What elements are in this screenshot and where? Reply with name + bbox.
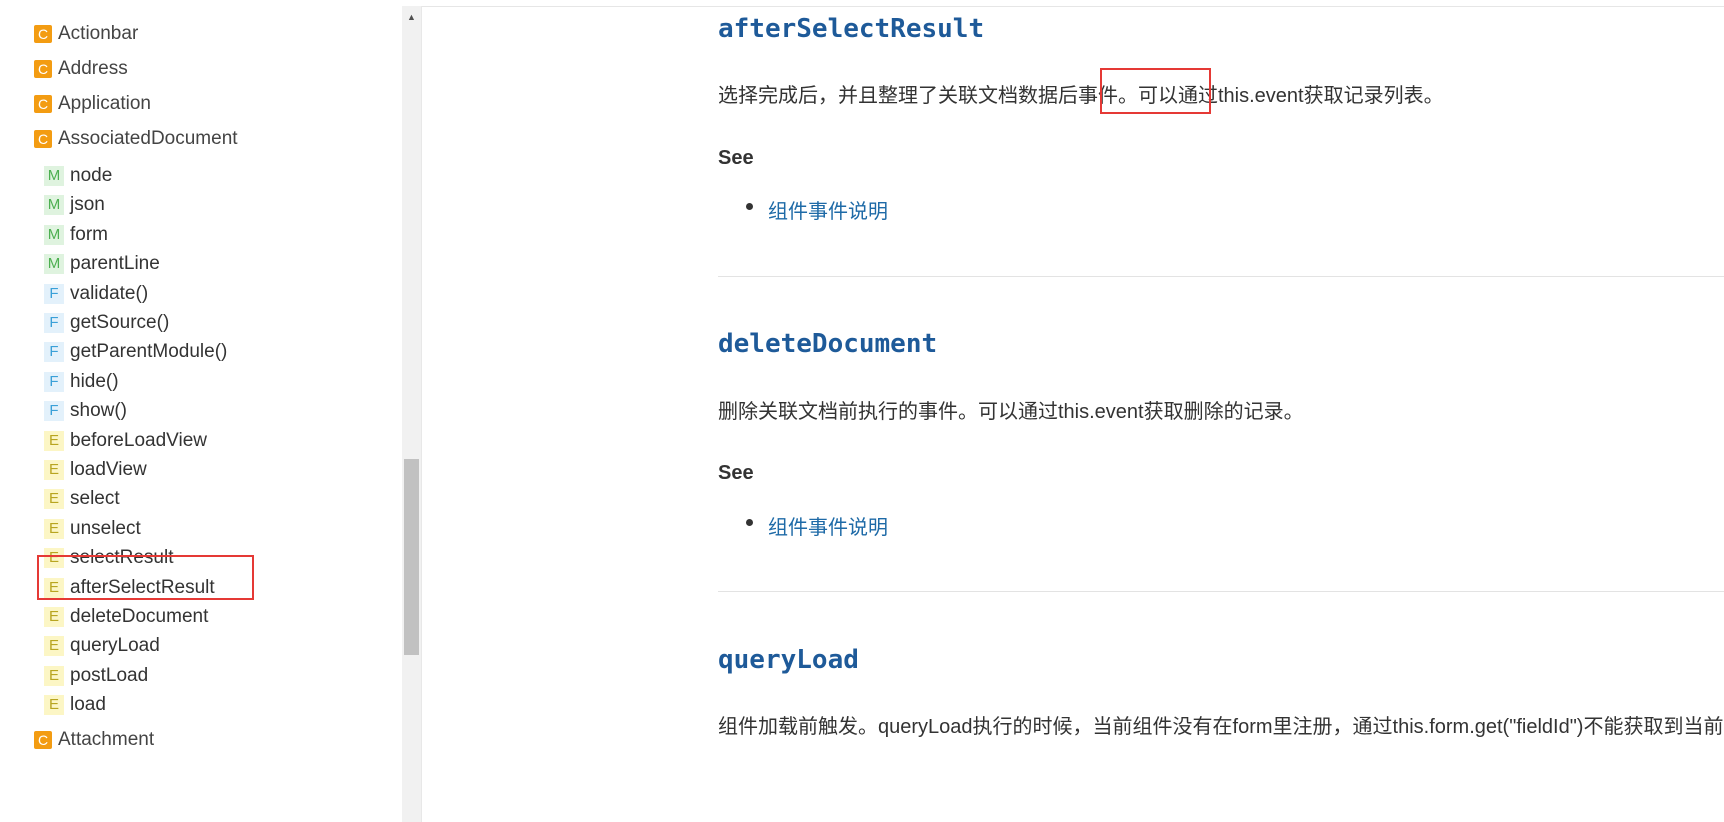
section-divider (718, 276, 1724, 277)
sidebar-item-getparentmodule[interactable]: FgetParentModule() (44, 336, 227, 368)
sidebar-item-form[interactable]: Mform (44, 219, 108, 251)
kind-c-icon: C (34, 130, 52, 148)
sidebar-item-label: Attachment (58, 729, 155, 750)
sidebar-item-label: getParentModule() (70, 341, 228, 362)
sidebar-item-label: Application (58, 93, 151, 114)
sidebar-highlight-box (37, 555, 254, 600)
sidebar-item-label: unselect (70, 518, 141, 539)
event-docs-link[interactable]: 组件事件说明 (768, 195, 888, 224)
kind-m-icon: M (44, 254, 64, 274)
bullet-dot (746, 519, 753, 526)
sidebar-item-associateddocument[interactable]: C AssociatedDocument (34, 123, 238, 155)
sidebar-item-label: AssociatedDocument (58, 128, 238, 149)
sidebar-item-json[interactable]: Mjson (44, 189, 105, 221)
section-description: 选择完成后，并且整理了关联文档数据后事件。可以通过this.event获取记录列… (718, 79, 1444, 108)
kind-c-icon: C (34, 25, 52, 43)
sidebar-item-select[interactable]: Eselect (44, 483, 120, 515)
kind-e-icon: E (44, 607, 64, 627)
section-description: 组件加载前触发。queryLoad执行的时候，当前组件没有在form里注册，通过… (718, 716, 1724, 738)
section-title-deleteDocument: deleteDocument (718, 329, 938, 359)
sidebar-item-label: postLoad (70, 665, 149, 686)
sidebar-item-attachment[interactable]: C Attachment (34, 724, 154, 756)
bullet-dot (746, 203, 753, 210)
sidebar-item-label: getSource() (70, 312, 170, 333)
kind-e-icon: E (44, 519, 64, 539)
section-title-queryLoad: queryLoad (718, 645, 859, 675)
sidebar-item-unselect[interactable]: Eunselect (44, 513, 141, 545)
kind-e-icon: E (44, 695, 64, 715)
text-highlight-box (1100, 68, 1211, 114)
sidebar-item-label: deleteDocument (70, 606, 209, 627)
kind-f-icon: F (44, 313, 64, 333)
kind-c-icon: C (34, 731, 52, 749)
kind-m-icon: M (44, 195, 64, 215)
kind-c-icon: C (34, 60, 52, 78)
section-divider (718, 591, 1724, 592)
sidebar-item-hide[interactable]: Fhide() (44, 366, 119, 398)
kind-f-icon: F (44, 401, 64, 421)
sidebar-item-label: Address (58, 58, 128, 79)
kind-m-icon: M (44, 166, 64, 186)
sidebar-item-label: queryLoad (70, 635, 160, 656)
kind-e-icon: E (44, 431, 64, 451)
scrollbar-thumb[interactable] (404, 459, 419, 655)
sidebar-item-application[interactable]: C Application (34, 88, 151, 120)
sidebar-item-getsource[interactable]: FgetSource() (44, 307, 169, 339)
sidebar-item-label: load (70, 694, 106, 715)
kind-f-icon: F (44, 342, 64, 362)
sidebar-item-parentline[interactable]: MparentLine (44, 248, 160, 280)
sidebar-item-label: json (70, 194, 105, 215)
sidebar-item-label: beforeLoadView (70, 430, 207, 451)
sidebar-item-label: hide() (70, 371, 119, 392)
sidebar-item-load[interactable]: Eload (44, 689, 106, 721)
sidebar-item-label: loadView (70, 459, 147, 480)
sidebar-item-label: form (70, 224, 108, 245)
kind-e-icon: E (44, 666, 64, 686)
see-heading: See (718, 462, 754, 484)
highlighted-code: this.event (1218, 85, 1304, 107)
sidebar-item-beforeloadview[interactable]: EbeforeLoadView (44, 425, 207, 457)
sidebar-item-label: validate() (70, 283, 149, 304)
kind-f-icon: F (44, 372, 64, 392)
scroll-up-arrow-icon[interactable]: ▲ (402, 6, 421, 26)
kind-m-icon: M (44, 225, 64, 245)
sidebar-item-address[interactable]: C Address (34, 53, 128, 85)
kind-c-icon: C (34, 95, 52, 113)
sidebar-item-label: show() (70, 400, 128, 421)
sidebar-item-validate[interactable]: Fvalidate() (44, 278, 148, 310)
sidebar-item-deletedocument[interactable]: EdeleteDocument (44, 601, 208, 633)
description-text: 获取记录列表。 (1303, 85, 1444, 107)
see-heading: See (718, 147, 754, 169)
sidebar-item-label: select (70, 488, 120, 509)
sidebar-item-postload[interactable]: EpostLoad (44, 660, 148, 692)
kind-e-icon: E (44, 460, 64, 480)
api-sidebar: C Actionbar C Address C Application C Associate… (0, 6, 402, 822)
event-docs-link[interactable]: 组件事件说明 (768, 511, 888, 540)
sidebar-item-label: node (70, 165, 113, 186)
section-description: 删除关联文档前执行的事件。可以通过this.event获取删除的记录。 (718, 401, 1304, 423)
sidebar-item-label: Actionbar (58, 23, 139, 44)
sidebar-item-node[interactable]: Mnode (44, 160, 112, 192)
doc-content: afterSelectResult 选择完成后，并且整理了关联文档数据后事件。可… (422, 6, 1724, 822)
sidebar-item-show[interactable]: Fshow() (44, 395, 127, 427)
kind-e-icon: E (44, 636, 64, 656)
sidebar-item-label: parentLine (70, 253, 160, 274)
sidebar-item-actionbar[interactable]: C Actionbar (34, 18, 138, 50)
section-title-afterSelectResult: afterSelectResult (718, 14, 985, 44)
kind-e-icon: E (44, 489, 64, 509)
sidebar-item-queryload[interactable]: EqueryLoad (44, 630, 160, 662)
sidebar-scrollbar[interactable]: ▲ (402, 6, 421, 822)
sidebar-item-loadview[interactable]: EloadView (44, 454, 147, 486)
kind-f-icon: F (44, 284, 64, 304)
